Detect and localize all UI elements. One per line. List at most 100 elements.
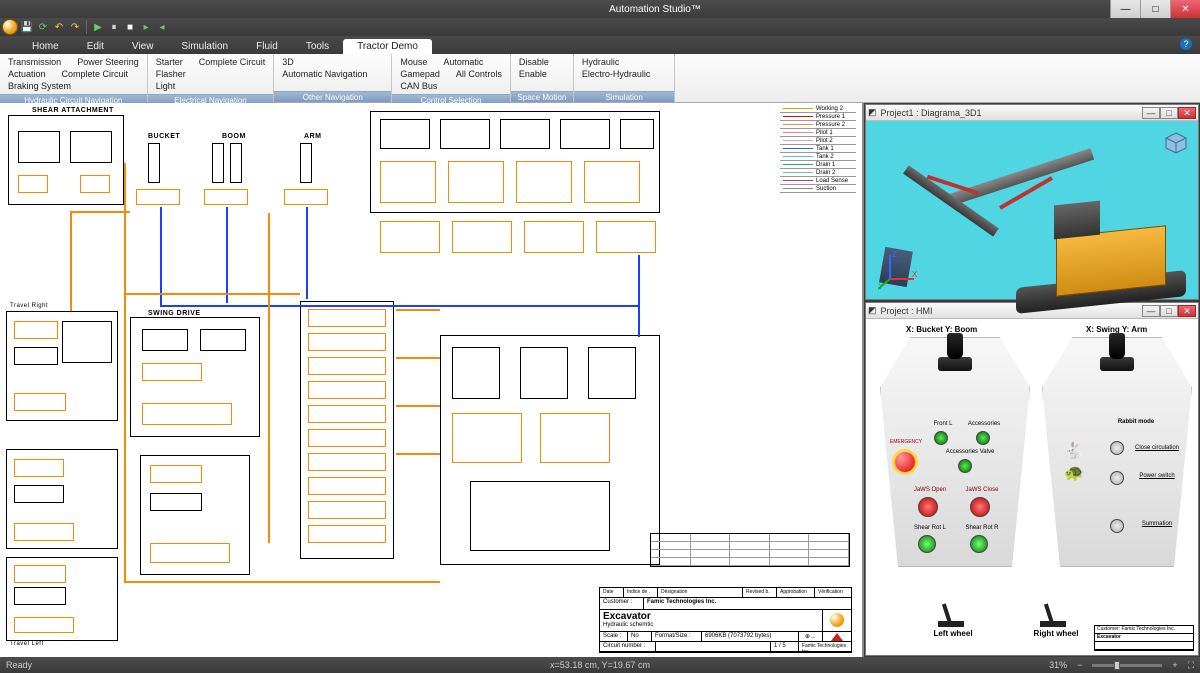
acc-valve-button[interactable] <box>958 459 972 473</box>
ribbon-command[interactable]: Power Steering <box>69 56 147 68</box>
undo-icon[interactable]: ↶ <box>52 20 66 34</box>
shear-rot-r-button[interactable] <box>970 535 988 553</box>
shear-rot-l-button[interactable] <box>918 535 936 553</box>
ribbon-command[interactable]: All Controls <box>448 68 510 80</box>
front-l-button[interactable] <box>934 431 948 445</box>
jaws-close-button[interactable] <box>970 497 990 517</box>
pause-icon[interactable]: ⏸ <box>107 20 121 34</box>
help-icon[interactable]: ? <box>1180 38 1192 50</box>
legend-row: Pilot 1 <box>780 129 856 137</box>
app-orb-icon[interactable] <box>2 19 18 35</box>
ribbon-command[interactable]: Transmission <box>0 56 69 68</box>
label-shear: SHEAR ATTACHMENT <box>32 107 114 114</box>
zoom-out-icon[interactable]: − <box>1077 660 1082 670</box>
ribbon-command[interactable]: Automatic Navigation <box>274 68 375 80</box>
panel-hmi-close-button[interactable]: ✕ <box>1178 305 1196 317</box>
ribbon-command <box>183 80 199 92</box>
panel-hmi-max-button[interactable]: □ <box>1160 305 1178 317</box>
panel-hmi-min-button[interactable]: — <box>1142 305 1160 317</box>
panel-3d-min-button[interactable]: — <box>1142 107 1160 119</box>
fit-icon[interactable]: ⛶ <box>1188 660 1194 671</box>
right-joystick[interactable] <box>1109 333 1125 359</box>
tab-tractor-demo[interactable]: Tractor Demo <box>343 39 432 54</box>
turtle-icon: 🐢 <box>1064 463 1084 477</box>
panel-3d-max-button[interactable]: □ <box>1160 107 1178 119</box>
window-minimize-button[interactable]: — <box>1110 0 1140 18</box>
zoom-in-icon[interactable]: + <box>1172 660 1177 670</box>
ribbon-command[interactable]: Complete Circuit <box>191 56 274 68</box>
label-travel-left: Travel Left <box>10 641 44 647</box>
panel-3d-close-button[interactable]: ✕ <box>1178 107 1196 119</box>
step-icon[interactable]: ▸ <box>139 20 153 34</box>
tab-tools[interactable]: Tools <box>292 39 343 54</box>
ribbon-command[interactable]: Mouse <box>392 56 435 68</box>
panel-3d: ◩Project1 : Diagrama_3D1 — □ ✕ <box>865 104 1199 300</box>
right-wheel-lever[interactable] <box>1038 599 1068 629</box>
ribbon-command <box>375 68 391 80</box>
tab-view[interactable]: View <box>118 39 168 54</box>
play-icon[interactable]: ▶ <box>91 20 105 34</box>
save-icon[interactable]: 💾 <box>20 20 34 34</box>
hydraulic-schematic-canvas[interactable]: SHEAR ATTACHMENT BUCKET BOOM ARM SWING D… <box>0 103 864 657</box>
ribbon-command[interactable]: Light <box>148 80 184 92</box>
tab-simulation[interactable]: Simulation <box>167 39 242 54</box>
tab-edit[interactable]: Edit <box>73 39 118 54</box>
stop-icon[interactable]: ■ <box>123 20 137 34</box>
ribbon-command[interactable]: Actuation <box>0 68 54 80</box>
3d-viewport[interactable]: Z X Y <box>866 121 1198 299</box>
status-coords: x=53.18 cm, Y=19.67 cm <box>550 660 650 670</box>
ribbon-content: TransmissionPower SteeringActuationCompl… <box>0 54 1200 103</box>
ribbon-command[interactable]: Disable <box>511 56 557 68</box>
ribbon-command[interactable]: Enable <box>511 68 555 80</box>
tab-fluid[interactable]: Fluid <box>242 39 292 54</box>
viewcube-icon[interactable] <box>1164 131 1188 155</box>
label-bucket: BUCKET <box>148 133 180 140</box>
legend-row: Pressure 2 <box>780 121 856 129</box>
ribbon-command[interactable]: Electro-Hydraulic <box>574 68 659 80</box>
refresh-icon[interactable]: ⟳ <box>36 20 50 34</box>
panel-hmi-title: Project : HMI <box>881 306 933 316</box>
emergency-stop-button[interactable] <box>892 449 918 475</box>
panel-3d-title: Project1 : Diagrama_3D1 <box>881 108 982 118</box>
zoom-slider[interactable] <box>1092 664 1162 667</box>
slow-icon[interactable]: ◂ <box>155 20 169 34</box>
ribbon-command[interactable]: Automatic <box>435 56 491 68</box>
window-maximize-button[interactable]: □ <box>1140 0 1170 18</box>
window-close-button[interactable]: ✕ <box>1170 0 1200 18</box>
legend: Working 2Pressure 1Pressure 2Pilot 1Pilo… <box>780 105 856 193</box>
ribbon-command <box>290 80 306 82</box>
ribbon-command <box>555 68 571 80</box>
ribbon-command[interactable]: Hydraulic <box>574 56 628 68</box>
excavator-stick <box>903 165 999 236</box>
label-boom: BOOM <box>222 133 246 140</box>
ribbon-command[interactable]: 3D <box>274 56 302 68</box>
window-title: Automation Studio™ <box>200 4 1110 15</box>
left-joystick-label: X: Bucket Y: Boom <box>906 325 977 334</box>
jaws-open-button[interactable] <box>918 497 938 517</box>
ribbon-command[interactable]: Starter <box>148 56 191 68</box>
ribbon-command[interactable]: Flasher <box>148 68 194 80</box>
right-panel-stack: ◩Project1 : Diagrama_3D1 — □ ✕ <box>864 103 1200 657</box>
left-wheel-lever[interactable] <box>936 599 966 629</box>
legend-row: Working 2 <box>780 105 856 113</box>
ribbon-command <box>527 80 543 82</box>
ribbon-command <box>79 80 95 92</box>
ribbon-command[interactable]: CAN Bus <box>392 80 445 92</box>
legend-row: Tank 2 <box>780 153 856 161</box>
ribbon-group: DisableEnableSpace Motion <box>511 54 574 102</box>
left-joystick[interactable] <box>947 333 963 359</box>
ribbon-command[interactable]: Gamepad <box>392 68 448 80</box>
redo-icon[interactable]: ↷ <box>68 20 82 34</box>
legend-row: Pressure 1 <box>780 113 856 121</box>
ribbon-command <box>557 56 573 68</box>
ribbon-command[interactable]: Complete Circuit <box>54 68 137 80</box>
accessories-button[interactable] <box>976 431 990 445</box>
rabbit-icon: 🐇 <box>1064 441 1084 455</box>
ribbon-command <box>274 80 290 82</box>
tab-home[interactable]: Home <box>18 39 73 54</box>
ribbon-group: 3DAutomatic NavigationOther Navigation <box>274 54 392 102</box>
hmi-canvas[interactable]: X: Bucket Y: Boom X: Swing Y: Arm EMERGE… <box>866 319 1198 655</box>
ribbon-command[interactable]: Braking System <box>0 80 79 92</box>
ribbon-command <box>574 80 590 82</box>
hmi-title-block: Customer: Famic Technologies Inc. Excava… <box>1094 625 1194 651</box>
